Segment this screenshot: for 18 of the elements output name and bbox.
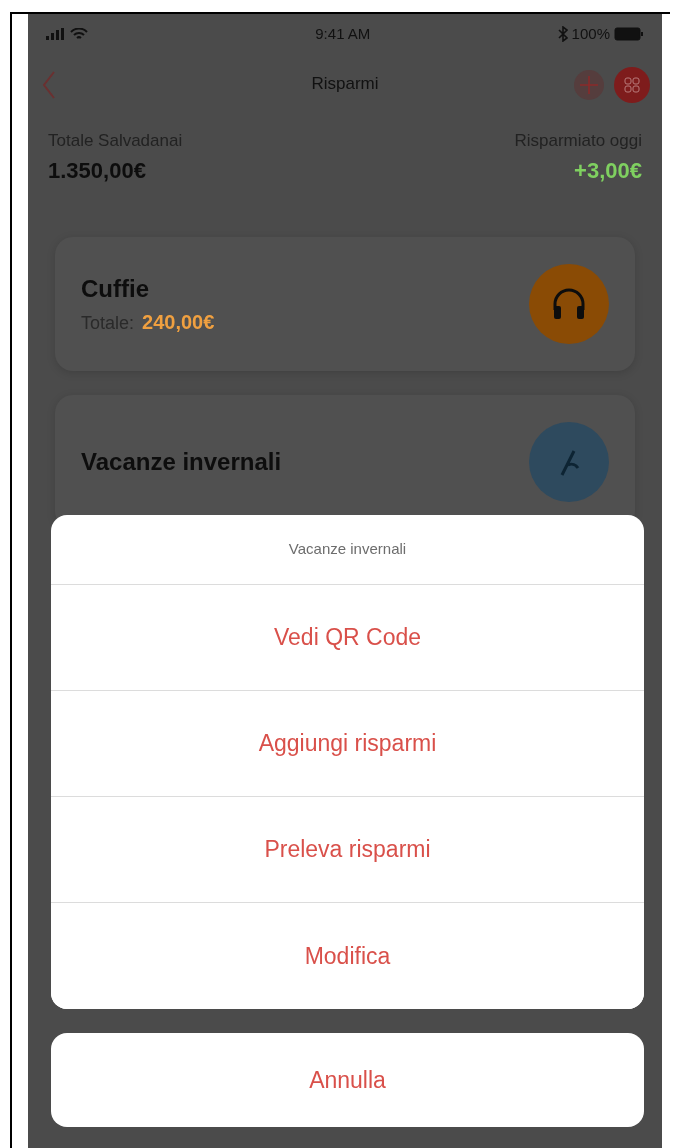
bluetooth-icon xyxy=(557,26,568,42)
today-amount: +3,00€ xyxy=(574,156,642,185)
wifi-icon xyxy=(70,27,88,41)
piggy-bank-name: Cuffie xyxy=(81,273,150,304)
total-amount: 1.350,00€ xyxy=(48,156,147,185)
plus-icon xyxy=(579,75,599,95)
signal-icon xyxy=(46,28,66,40)
nav-title: Risparmi xyxy=(311,73,379,96)
back-chevron-icon xyxy=(42,70,56,100)
qr-code-icon xyxy=(624,77,640,93)
add-button[interactable] xyxy=(574,70,604,100)
status-time: 9:41 AM xyxy=(315,23,371,44)
qr-code-button[interactable] xyxy=(614,67,650,103)
piggy-bank-total: 240,00€ xyxy=(142,309,215,335)
piggy-bank-name: Vacanze invernali xyxy=(81,446,282,477)
cancel-button[interactable]: Annulla xyxy=(51,1033,644,1127)
battery-percent: 100% xyxy=(571,23,610,44)
battery-icon xyxy=(614,27,644,41)
